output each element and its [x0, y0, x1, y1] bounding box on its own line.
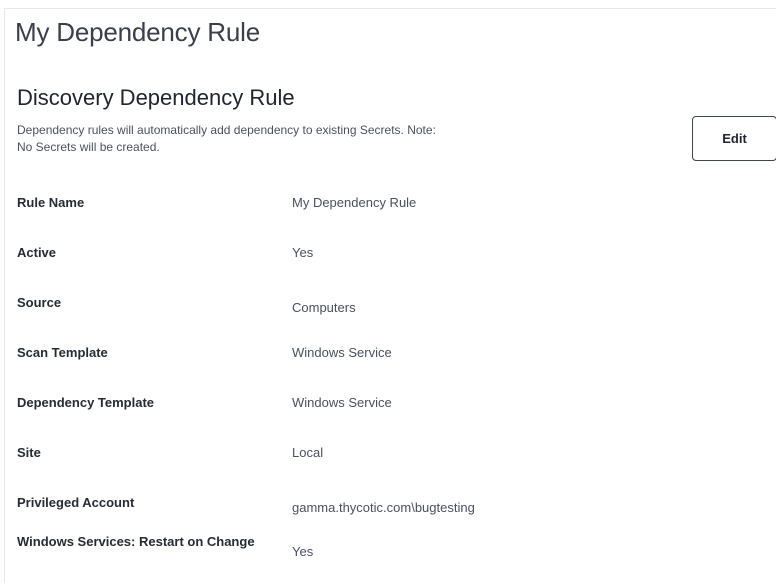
site-value: Local [292, 445, 324, 460]
privileged-account-value: gamma.thycotic.com\bugtesting [292, 500, 475, 515]
section-description-line-1: Dependency rules will automatically add … [17, 123, 436, 137]
section-description: Dependency rules will automatically add … [17, 122, 617, 156]
source-value: Computers [292, 300, 356, 315]
dependency-template-value: Windows Service [292, 395, 392, 410]
restart-on-change-label: Windows Services: Restart on Change [17, 534, 255, 549]
scan-template-value: Windows Service [292, 345, 392, 360]
privileged-account-label: Privileged Account [17, 495, 135, 510]
section-description-line-2: No Secrets will be created. [17, 140, 160, 154]
source-label: Source [17, 295, 62, 310]
rule-details-panel: My Dependency Rule Discovery Dependency … [4, 8, 776, 583]
dependency-template-label: Dependency Template [17, 395, 155, 410]
edit-button[interactable]: Edit [692, 116, 776, 161]
restart-on-change-value: Yes [292, 544, 314, 559]
page-title: My Dependency Rule [15, 17, 260, 47]
rule-name-label: Rule Name [17, 195, 85, 210]
rule-name-value: My Dependency Rule [292, 195, 417, 210]
site-label: Site [17, 445, 41, 460]
scan-template-label: Scan Template [17, 345, 108, 360]
active-label: Active [17, 245, 57, 260]
active-value: Yes [292, 245, 314, 260]
section-title: Discovery Dependency Rule [17, 85, 295, 110]
